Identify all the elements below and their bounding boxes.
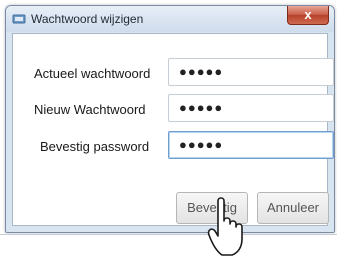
- hand-pointer-icon: [207, 197, 243, 256]
- confirm-password-input[interactable]: ●●●●●: [168, 131, 334, 159]
- current-password-label: Actueel wachtwoord: [34, 66, 151, 81]
- title-bar[interactable]: Wachtwoord wijzigen x: [6, 6, 334, 32]
- window-title: Wachtwoord wijzigen: [31, 12, 144, 26]
- change-password-dialog: Wachtwoord wijzigen x Actueel wachtwoord…: [5, 5, 335, 233]
- confirm-password-label: Bevestig password: [40, 139, 150, 154]
- new-password-label: Nieuw Wachtwoord: [34, 102, 146, 117]
- new-password-input[interactable]: ●●●●●: [168, 94, 334, 122]
- close-button[interactable]: x: [287, 6, 329, 25]
- app-icon: [12, 14, 26, 24]
- dialog-body: Actueel wachtwoord ●●●●● Nieuw Wachtwoor…: [12, 33, 334, 226]
- close-icon: x: [304, 7, 312, 22]
- current-password-input[interactable]: ●●●●●: [168, 58, 334, 86]
- divider: [0, 234, 337, 235]
